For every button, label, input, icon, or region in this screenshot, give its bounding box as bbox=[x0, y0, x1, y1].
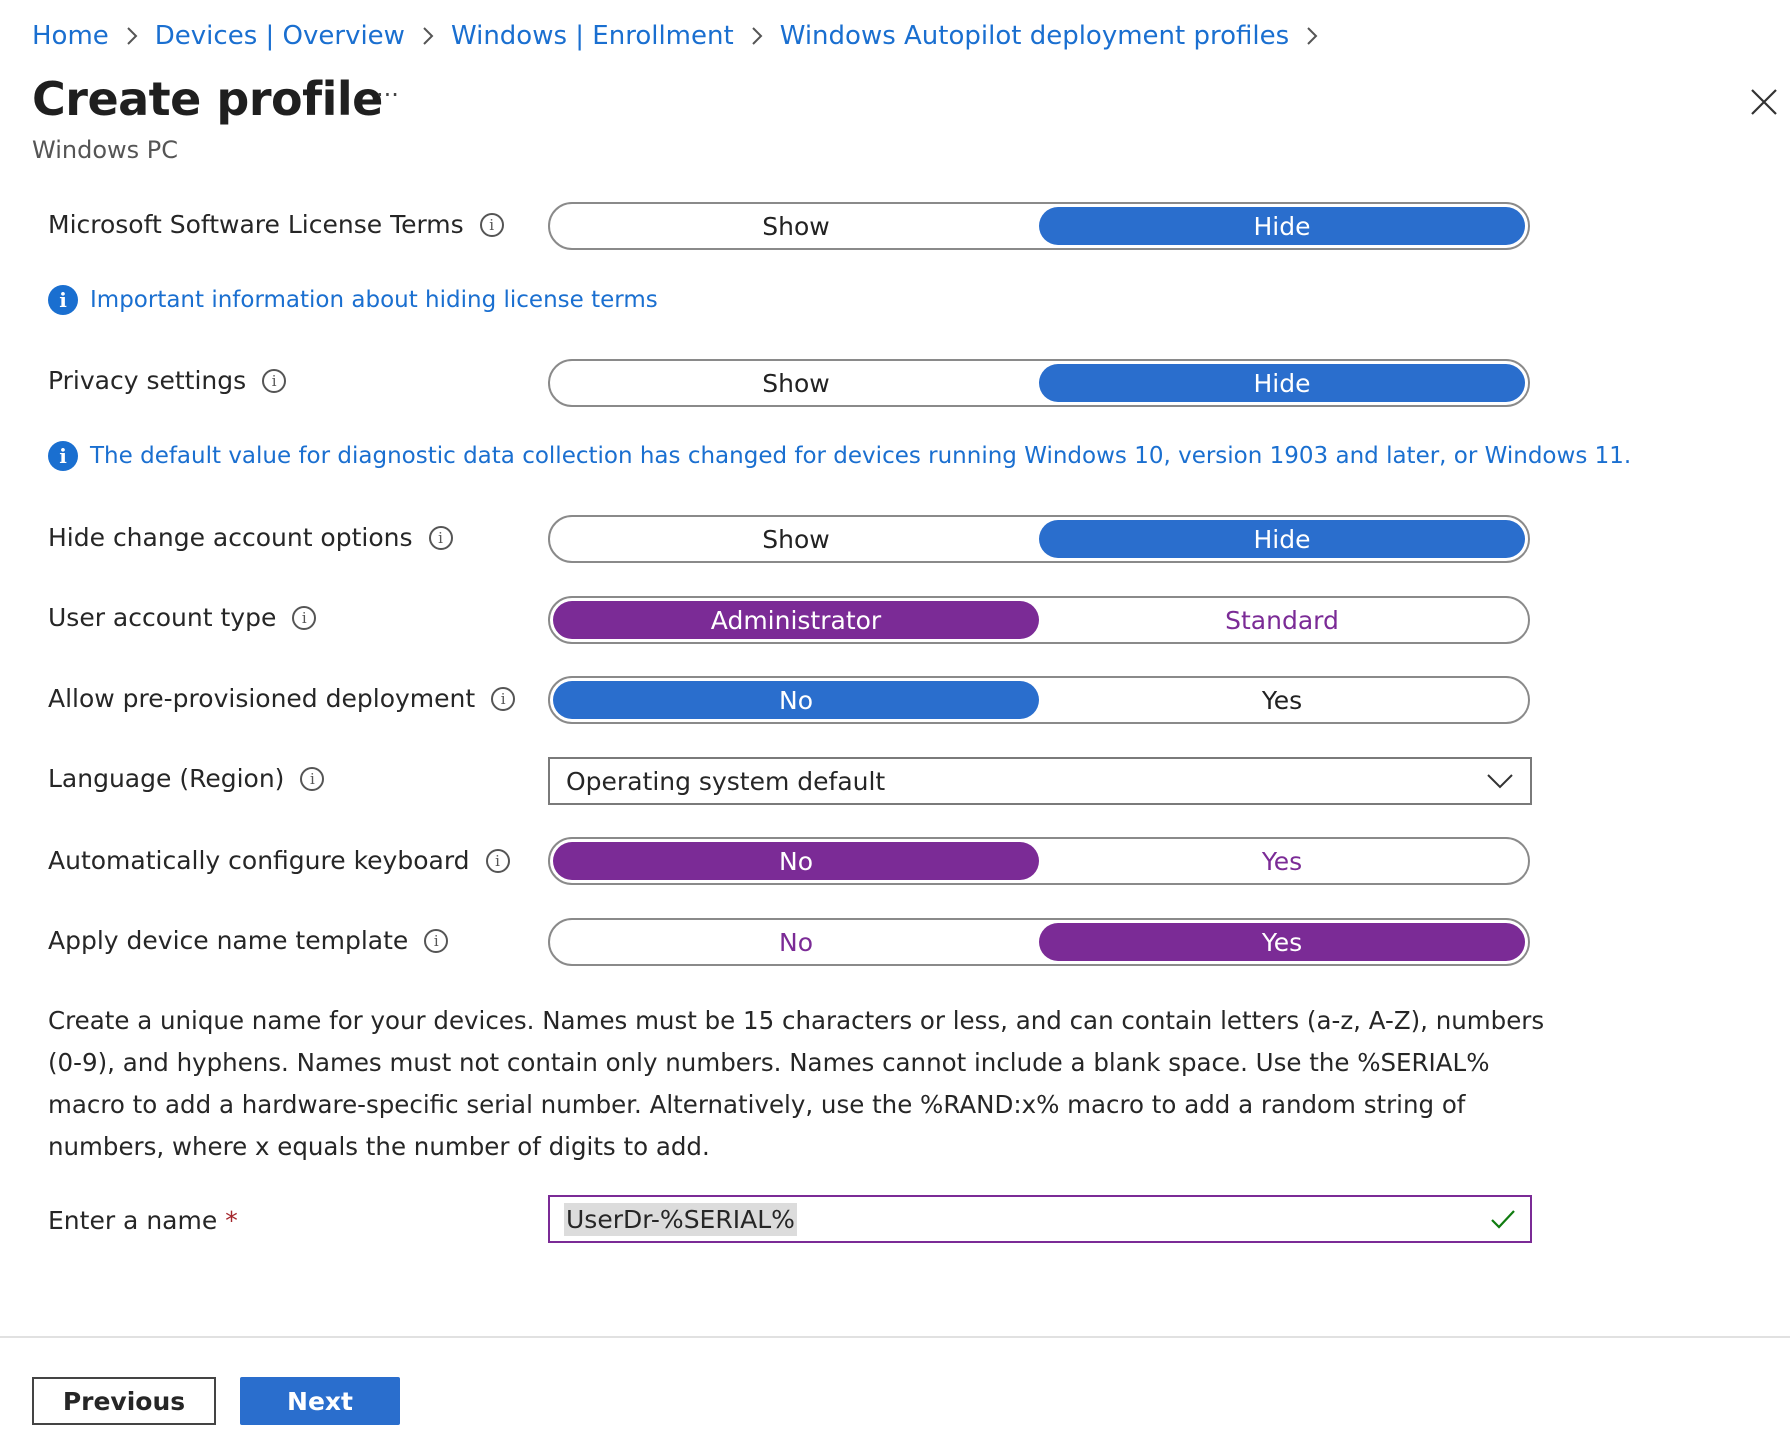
required-marker: * bbox=[225, 1206, 238, 1235]
change-account-label-text: Hide change account options bbox=[48, 523, 413, 552]
info-icon[interactable]: i bbox=[292, 605, 317, 630]
license-terms-label: Microsoft Software License Terms i bbox=[48, 210, 504, 239]
change-account-toggle: Show Hide bbox=[548, 515, 1530, 563]
page-title: Create profile bbox=[32, 72, 383, 126]
info-icon[interactable]: i bbox=[479, 212, 504, 237]
account-type-standard-option[interactable]: Standard bbox=[1039, 601, 1525, 639]
pre-provisioned-yes-option[interactable]: Yes bbox=[1039, 681, 1525, 719]
privacy-settings-label-text: Privacy settings bbox=[48, 366, 247, 395]
license-terms-show-option[interactable]: Show bbox=[553, 207, 1039, 245]
create-profile-page: Home Devices | Overview Windows | Enroll… bbox=[0, 0, 1790, 1432]
info-icon[interactable]: i bbox=[485, 848, 510, 873]
breadcrumb-autopilot-profiles[interactable]: Windows Autopilot deployment profiles bbox=[780, 21, 1289, 51]
change-account-show-option[interactable]: Show bbox=[553, 520, 1039, 558]
name-template-toggle: No Yes bbox=[548, 918, 1530, 966]
chevron-right-icon bbox=[405, 25, 451, 47]
pre-provisioned-no-option[interactable]: No bbox=[553, 681, 1039, 719]
name-template-yes-option[interactable]: Yes bbox=[1039, 923, 1525, 961]
account-type-toggle: Administrator Standard bbox=[548, 596, 1530, 644]
language-label-text: Language (Region) bbox=[48, 764, 285, 793]
name-template-description: Create a unique name for your devices. N… bbox=[48, 1006, 1545, 1161]
breadcrumb-devices-overview[interactable]: Devices | Overview bbox=[155, 21, 405, 51]
chevron-down-icon bbox=[1487, 774, 1513, 789]
chevron-right-icon bbox=[109, 25, 155, 47]
device-name-value: UserDr-%SERIAL% bbox=[564, 1202, 797, 1236]
next-button[interactable]: Next bbox=[240, 1377, 400, 1425]
pre-provisioned-label-text: Allow pre-provisioned deployment bbox=[48, 684, 476, 713]
breadcrumb-home[interactable]: Home bbox=[32, 21, 109, 51]
language-dropdown[interactable]: Operating system default bbox=[548, 757, 1532, 805]
license-notice-text: Important information about hiding licen… bbox=[90, 287, 658, 313]
change-account-hide-option[interactable]: Hide bbox=[1039, 520, 1525, 558]
chevron-right-icon bbox=[734, 25, 780, 47]
pre-provisioned-label: Allow pre-provisioned deployment i bbox=[48, 684, 516, 713]
name-template-label: Apply device name template i bbox=[48, 926, 449, 955]
account-type-administrator-option[interactable]: Administrator bbox=[553, 601, 1039, 639]
enter-name-label: Enter a name * bbox=[48, 1206, 238, 1235]
previous-button[interactable]: Previous bbox=[32, 1377, 216, 1425]
pre-provisioned-toggle: No Yes bbox=[548, 676, 1530, 724]
keyboard-no-option[interactable]: No bbox=[553, 842, 1039, 880]
account-type-label-text: User account type bbox=[48, 603, 277, 632]
account-type-label: User account type i bbox=[48, 603, 317, 632]
name-template-label-text: Apply device name template bbox=[48, 926, 409, 955]
close-icon[interactable] bbox=[1748, 86, 1780, 118]
privacy-notice-text: The default value for diagnostic data co… bbox=[90, 443, 1632, 469]
checkmark-icon bbox=[1491, 1210, 1515, 1229]
privacy-settings-toggle: Show Hide bbox=[548, 359, 1530, 407]
keyboard-toggle: No Yes bbox=[548, 837, 1530, 885]
language-label: Language (Region) i bbox=[48, 764, 325, 793]
language-dropdown-value: Operating system default bbox=[566, 766, 886, 796]
page-subtitle: Windows PC bbox=[32, 136, 178, 164]
license-notice-link[interactable]: i Important information about hiding lic… bbox=[48, 285, 658, 315]
privacy-hide-option[interactable]: Hide bbox=[1039, 364, 1525, 402]
info-icon[interactable]: i bbox=[491, 686, 516, 711]
info-icon[interactable]: i bbox=[424, 928, 449, 953]
chevron-right-icon bbox=[1289, 25, 1335, 47]
device-name-input[interactable]: UserDr-%SERIAL% bbox=[548, 1195, 1532, 1243]
info-icon[interactable]: i bbox=[300, 766, 325, 791]
info-filled-icon: i bbox=[48, 285, 78, 315]
info-icon[interactable]: i bbox=[428, 525, 453, 550]
privacy-show-option[interactable]: Show bbox=[553, 364, 1039, 402]
keyboard-label: Automatically configure keyboard i bbox=[48, 846, 510, 875]
info-filled-icon: i bbox=[48, 441, 78, 471]
enter-name-label-text: Enter a name bbox=[48, 1206, 218, 1235]
info-icon[interactable]: i bbox=[262, 368, 287, 393]
footer-divider bbox=[0, 1336, 1790, 1338]
breadcrumb: Home Devices | Overview Windows | Enroll… bbox=[32, 18, 1335, 54]
license-terms-label-text: Microsoft Software License Terms bbox=[48, 210, 464, 239]
keyboard-label-text: Automatically configure keyboard bbox=[48, 846, 470, 875]
breadcrumb-windows-enrollment[interactable]: Windows | Enrollment bbox=[451, 21, 734, 51]
license-terms-toggle: Show Hide bbox=[548, 202, 1530, 250]
more-options-icon[interactable]: ··· bbox=[376, 83, 406, 114]
change-account-label: Hide change account options i bbox=[48, 523, 453, 552]
name-template-no-option[interactable]: No bbox=[553, 923, 1039, 961]
privacy-notice-link[interactable]: i The default value for diagnostic data … bbox=[48, 441, 1631, 471]
license-terms-hide-option[interactable]: Hide bbox=[1039, 207, 1525, 245]
keyboard-yes-option[interactable]: Yes bbox=[1039, 842, 1525, 880]
privacy-settings-label: Privacy settings i bbox=[48, 366, 287, 395]
